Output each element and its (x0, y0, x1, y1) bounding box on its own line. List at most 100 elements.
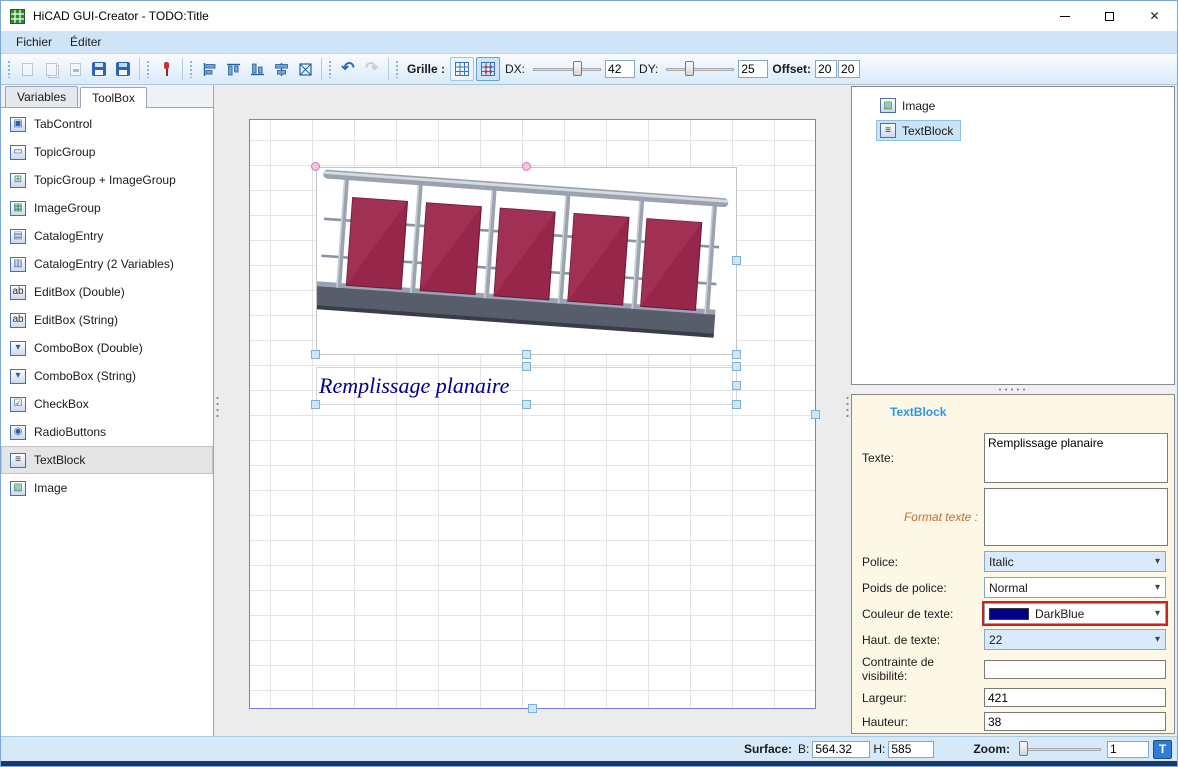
selection-handle[interactable] (311, 162, 320, 171)
toolbox-item-catalogentry[interactable]: ▤ CatalogEntry (1, 222, 213, 250)
grid-toggle-icon[interactable] (450, 57, 474, 81)
hauteur-input[interactable] (984, 712, 1166, 731)
catalogentry-icon: ▤ (10, 229, 26, 244)
toolbox-item-topicgroup-imagegroup[interactable]: ⊞ TopicGroup + ImageGroup (1, 166, 213, 194)
toolbox-item-tabcontrol[interactable]: ▣ TabControl (1, 110, 213, 138)
design-canvas[interactable]: Remplissage planaire (221, 85, 844, 736)
tab-variables[interactable]: Variables (5, 86, 78, 107)
selection-handle[interactable] (732, 400, 741, 409)
image-icon: ▧ (880, 98, 896, 113)
pin-icon[interactable] (155, 58, 177, 80)
toolbox-item-textblock[interactable]: ≡ TextBlock (1, 446, 213, 474)
close-icon[interactable]: ✕ (1132, 1, 1177, 31)
dx-slider-thumb[interactable] (573, 61, 582, 76)
selection-handle[interactable] (311, 400, 320, 409)
undo-icon[interactable]: ↶ (337, 58, 359, 80)
left-splitter[interactable] (214, 85, 221, 736)
dy-slider[interactable] (664, 60, 736, 78)
dy-slider-track (666, 68, 734, 71)
poids-label: Poids de police: (862, 581, 984, 595)
format-texte-input[interactable] (984, 488, 1168, 546)
align-bottom-icon[interactable] (246, 58, 268, 80)
dy-slider-thumb[interactable] (685, 61, 694, 76)
zoom-slider-track (1019, 748, 1101, 751)
outline-item-textblock[interactable]: ≡ TextBlock (876, 120, 961, 141)
toolbox-item-catalogentry-2-variables[interactable]: ▥ CatalogEntry (2 Variables) (1, 250, 213, 278)
import-icon[interactable] (64, 58, 86, 80)
selection-handle[interactable] (732, 381, 741, 390)
minimize-icon[interactable] (1042, 1, 1087, 31)
save-as-icon[interactable] (112, 58, 134, 80)
largeur-label: Largeur: (862, 691, 984, 705)
selection-handle[interactable] (311, 350, 320, 359)
largeur-input[interactable] (984, 688, 1166, 707)
toolbar-grip[interactable] (395, 60, 399, 78)
maximize-icon[interactable] (1087, 1, 1132, 31)
toolbox-item-editbox-double[interactable]: ab EditBox (Double) (1, 278, 213, 306)
selection-handle[interactable] (811, 410, 820, 419)
zoom-slider[interactable] (1017, 740, 1103, 758)
menu-fichier[interactable]: Fichier (7, 32, 61, 52)
dx-slider[interactable] (531, 60, 603, 78)
paste-icon[interactable] (16, 58, 38, 80)
save-icon[interactable] (88, 58, 110, 80)
toolbox-item-radiobuttons[interactable]: ◉ RadioButtons (1, 418, 213, 446)
toolbox-item-editbox-string[interactable]: ab EditBox (String) (1, 306, 213, 334)
poids-combo[interactable]: Normal ▾ (984, 577, 1166, 598)
selection-handle[interactable] (732, 362, 741, 371)
redo-icon[interactable]: ↷ (361, 58, 383, 80)
right-horizontal-splitter[interactable] (851, 385, 1175, 394)
toolbox-item-checkbox[interactable]: ☑ CheckBox (1, 390, 213, 418)
toolbox-item-combobox-string[interactable]: ▾ ComboBox (String) (1, 362, 213, 390)
menu-editer[interactable]: Éditer (61, 32, 110, 52)
window-controls: ✕ (1042, 1, 1177, 31)
format-texte-label: Format texte : (862, 510, 984, 524)
t-toggle-button[interactable]: T (1153, 740, 1172, 759)
toolbar-grip[interactable] (146, 60, 150, 78)
left-tabbar: Variables ToolBox (1, 85, 213, 108)
zoom-slider-thumb[interactable] (1019, 741, 1028, 756)
outline-item-image[interactable]: ▧ Image (876, 95, 943, 116)
checkbox-icon: ☑ (10, 397, 26, 412)
contrainte-input[interactable] (984, 660, 1166, 679)
couleur-combo[interactable]: DarkBlue ▾ (984, 603, 1166, 624)
zoom-input[interactable] (1107, 741, 1149, 758)
selection-handle[interactable] (522, 162, 531, 171)
selection-handle[interactable] (522, 350, 531, 359)
design-page[interactable]: Remplissage planaire (249, 119, 816, 709)
texte-input[interactable]: Remplissage planaire (984, 433, 1168, 483)
toolbox-item-image[interactable]: ▧ Image (1, 474, 213, 502)
surface-b-input[interactable] (812, 741, 870, 758)
selection-handle[interactable] (522, 400, 531, 409)
selection-handle[interactable] (528, 704, 537, 713)
haut-texte-combo[interactable]: 22 ▾ (984, 629, 1166, 650)
toolbar-grip[interactable] (328, 60, 332, 78)
size-to-grid-icon[interactable] (294, 58, 316, 80)
main-toolbar: ↶ ↷ Grille : DX: DY: Offset: (1, 54, 1177, 85)
selection-handle[interactable] (732, 350, 741, 359)
copy-icon[interactable] (40, 58, 62, 80)
grid-snap-icon[interactable] (476, 57, 500, 81)
haut-texte-label: Haut. de texte: (862, 633, 984, 647)
hauteur-label: Hauteur: (862, 715, 984, 729)
align-center-icon[interactable] (270, 58, 292, 80)
dy-input[interactable] (738, 60, 768, 78)
couleur-label: Couleur de texte: (862, 607, 984, 621)
surface-h-input[interactable] (888, 741, 934, 758)
offset-y-input[interactable] (838, 60, 860, 78)
align-top-icon[interactable] (222, 58, 244, 80)
dx-input[interactable] (605, 60, 635, 78)
image-element[interactable] (316, 167, 737, 355)
police-combo[interactable]: Italic ▾ (984, 551, 1166, 572)
selection-handle[interactable] (522, 362, 531, 371)
tab-toolbox[interactable]: ToolBox (80, 87, 147, 108)
offset-x-input[interactable] (815, 60, 837, 78)
toolbox-item-combobox-double[interactable]: ▾ ComboBox (Double) (1, 334, 213, 362)
toolbox-item-imagegroup[interactable]: ▦ ImageGroup (1, 194, 213, 222)
toolbar-grip[interactable] (7, 60, 11, 78)
toolbox-item-topicgroup[interactable]: ▭ TopicGroup (1, 138, 213, 166)
right-splitter[interactable] (844, 85, 851, 736)
selection-handle[interactable] (732, 256, 741, 265)
toolbar-grip[interactable] (189, 60, 193, 78)
align-left-icon[interactable] (198, 58, 220, 80)
